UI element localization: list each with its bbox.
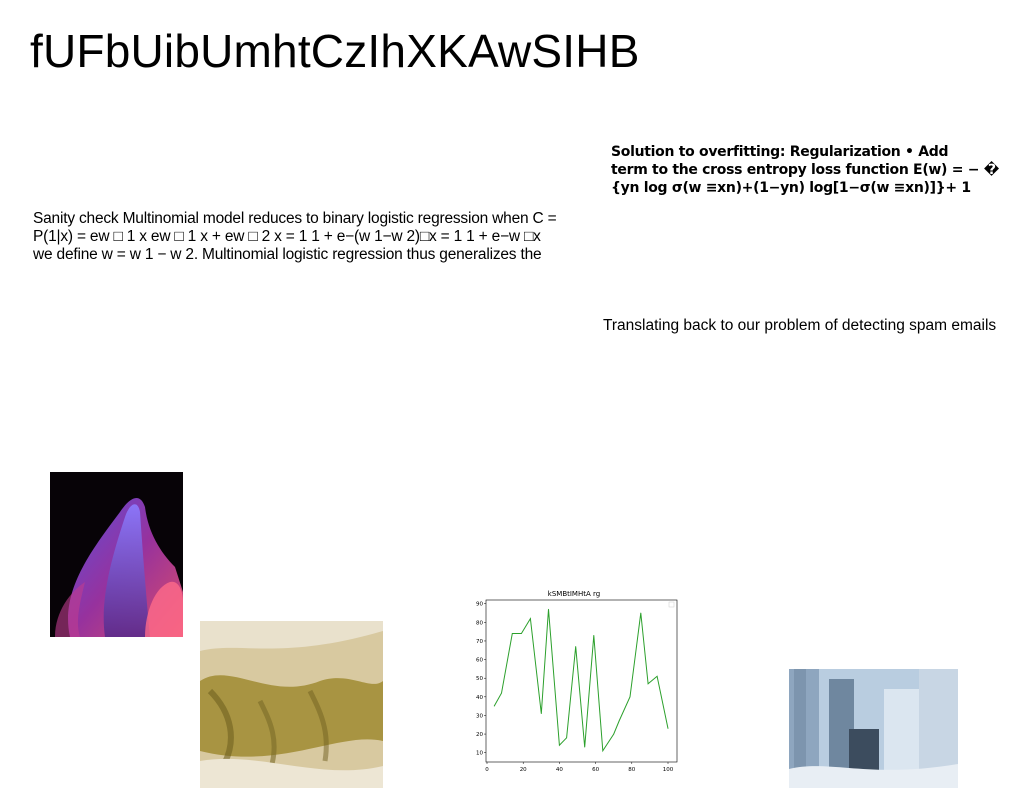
data-point [575,646,577,647]
y-tick-label: 20 [476,732,483,738]
y-tick-label: 90 [476,602,483,608]
data-point [613,733,615,735]
data-point [593,634,595,636]
data-point [584,746,586,748]
right-paragraph-line: term to the cross entropy loss function … [611,162,1000,178]
chart-svg: kSMBtIMHtA rg 0 20 40 60 80 100 10 20 30 40 50 60 70… [476,590,678,773]
plot-frame [485,599,678,763]
data-point [493,705,495,707]
y-tick-label: 60 [476,658,483,664]
data-point [566,737,568,739]
data-point [640,612,642,614]
y-tick-label: 30 [476,713,483,719]
right-paragraph: Solution to overfitting: Regularization … [611,143,1023,197]
data-point [602,750,604,752]
data-point [540,713,542,714]
abstract-flame-image [50,472,183,637]
right-paragraph-line: {yn log σ(w ≡xn)+(1−yn) log[1−σ(w ≡xn)]}… [611,180,971,196]
page-title: fUFbUibUmhtCzIhXKAwSIHB [30,25,640,77]
y-tick-label: 80 [476,620,483,626]
data-point [667,728,669,729]
data-point [656,675,658,677]
x-tick-label: 20 [520,767,527,773]
data-point [511,633,513,634]
y-tick-label: 50 [476,676,483,682]
data-point [618,720,620,722]
legend-box [668,601,675,608]
caption-text: Translating back to our problem of detec… [603,317,997,334]
y-tick-label: 10 [476,751,483,757]
data-point [520,633,522,634]
data-point [647,683,649,685]
y-tick-label: 40 [476,695,483,701]
ruins-graphic [789,669,958,788]
y-tick-label: 70 [476,639,483,645]
x-tick-label: 0 [485,767,489,773]
data-point [629,696,631,698]
flame-graphic [50,472,183,637]
left-paragraph-line: we define w = w 1 − w 2. Multinomial log… [33,246,542,263]
left-paragraph-line: Sanity check Multinomial model reduces t… [33,210,557,227]
data-point [548,608,549,610]
x-tick-label: 40 [556,767,563,773]
sand-graphic [200,621,383,788]
ruins-photo-image [789,669,958,788]
data-point [530,618,531,620]
data-point [559,744,560,746]
left-paragraph: Sanity check Multinomial model reduces t… [33,210,608,264]
sand-texture-image [200,621,383,788]
left-paragraph-line: P(1|x) = ew □ 1 x ew □ 1 x + ew □ 2 x = … [33,228,541,245]
x-tick-label: 60 [592,767,599,773]
right-paragraph-line: Solution to overfitting: Regularization … [611,144,949,160]
line-chart: kSMBtIMHtA rg 0 20 40 60 80 100 10 20 30 40 50 60 70… [470,587,685,777]
x-tick-label: 100 [663,767,674,773]
x-tick-label: 80 [628,767,635,773]
data-point [501,692,502,694]
chart-title: kSMBtIMHtA rg [548,590,600,598]
